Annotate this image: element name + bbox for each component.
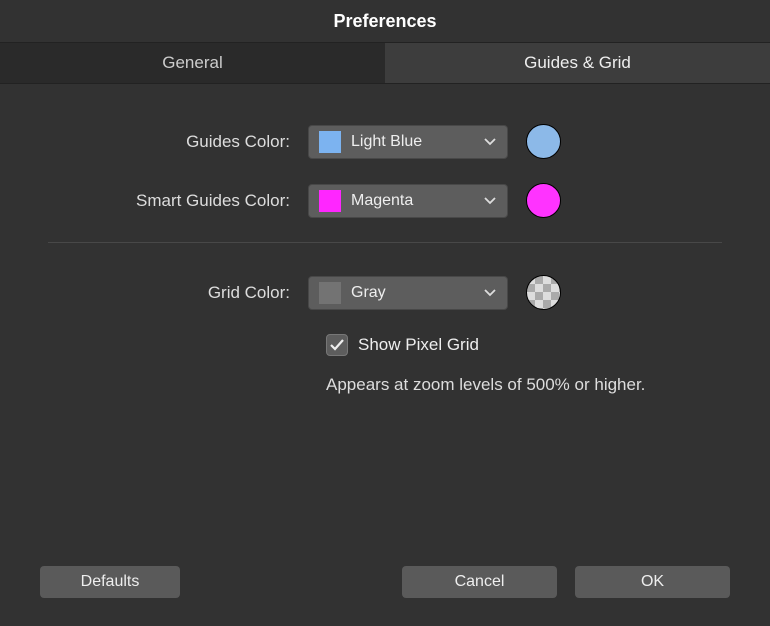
tab-bar: General Guides & Grid [0, 42, 770, 84]
tab-general[interactable]: General [0, 43, 385, 83]
footer: Defaults Cancel OK [0, 546, 770, 626]
guides-color-swatch [319, 131, 341, 153]
grid-color-row: Grid Color: Gray [48, 275, 722, 310]
guides-color-well[interactable] [526, 124, 561, 159]
tab-guides-label: Guides & Grid [524, 53, 631, 73]
chevron-down-icon [483, 135, 497, 149]
pixel-grid-hint: Appears at zoom levels of 500% or higher… [326, 372, 686, 398]
grid-color-label: Grid Color: [48, 283, 308, 303]
show-pixel-grid-label: Show Pixel Grid [358, 335, 479, 355]
chevron-down-icon [483, 286, 497, 300]
smart-guides-color-well[interactable] [526, 183, 561, 218]
smart-guides-color-value: Magenta [351, 192, 473, 210]
check-icon [329, 338, 345, 352]
smart-guides-color-label: Smart Guides Color: [48, 191, 308, 211]
grid-color-select[interactable]: Gray [308, 276, 508, 310]
cancel-button-label: Cancel [455, 573, 505, 591]
grid-color-value: Gray [351, 284, 473, 302]
guides-color-select[interactable]: Light Blue [308, 125, 508, 159]
grid-color-well[interactable] [526, 275, 561, 310]
window-title: Preferences [0, 0, 770, 42]
grid-color-swatch [319, 282, 341, 304]
guides-color-value: Light Blue [351, 133, 473, 151]
divider [48, 242, 722, 243]
guides-color-label: Guides Color: [48, 132, 308, 152]
show-pixel-grid-row: Show Pixel Grid [326, 334, 722, 356]
tab-general-label: General [162, 53, 222, 73]
smart-guides-color-select[interactable]: Magenta [308, 184, 508, 218]
show-pixel-grid-checkbox[interactable] [326, 334, 348, 356]
ok-button-label: OK [641, 573, 664, 591]
smart-guides-color-row: Smart Guides Color: Magenta [48, 183, 722, 218]
footer-spacer [198, 566, 384, 598]
smart-guides-color-swatch [319, 190, 341, 212]
defaults-button-label: Defaults [81, 573, 140, 591]
cancel-button[interactable]: Cancel [402, 566, 557, 598]
content-panel: Guides Color: Light Blue Smart Guides Co… [0, 84, 770, 398]
defaults-button[interactable]: Defaults [40, 566, 180, 598]
tab-guides-and-grid[interactable]: Guides & Grid [385, 43, 770, 83]
chevron-down-icon [483, 194, 497, 208]
guides-color-row: Guides Color: Light Blue [48, 124, 722, 159]
ok-button[interactable]: OK [575, 566, 730, 598]
